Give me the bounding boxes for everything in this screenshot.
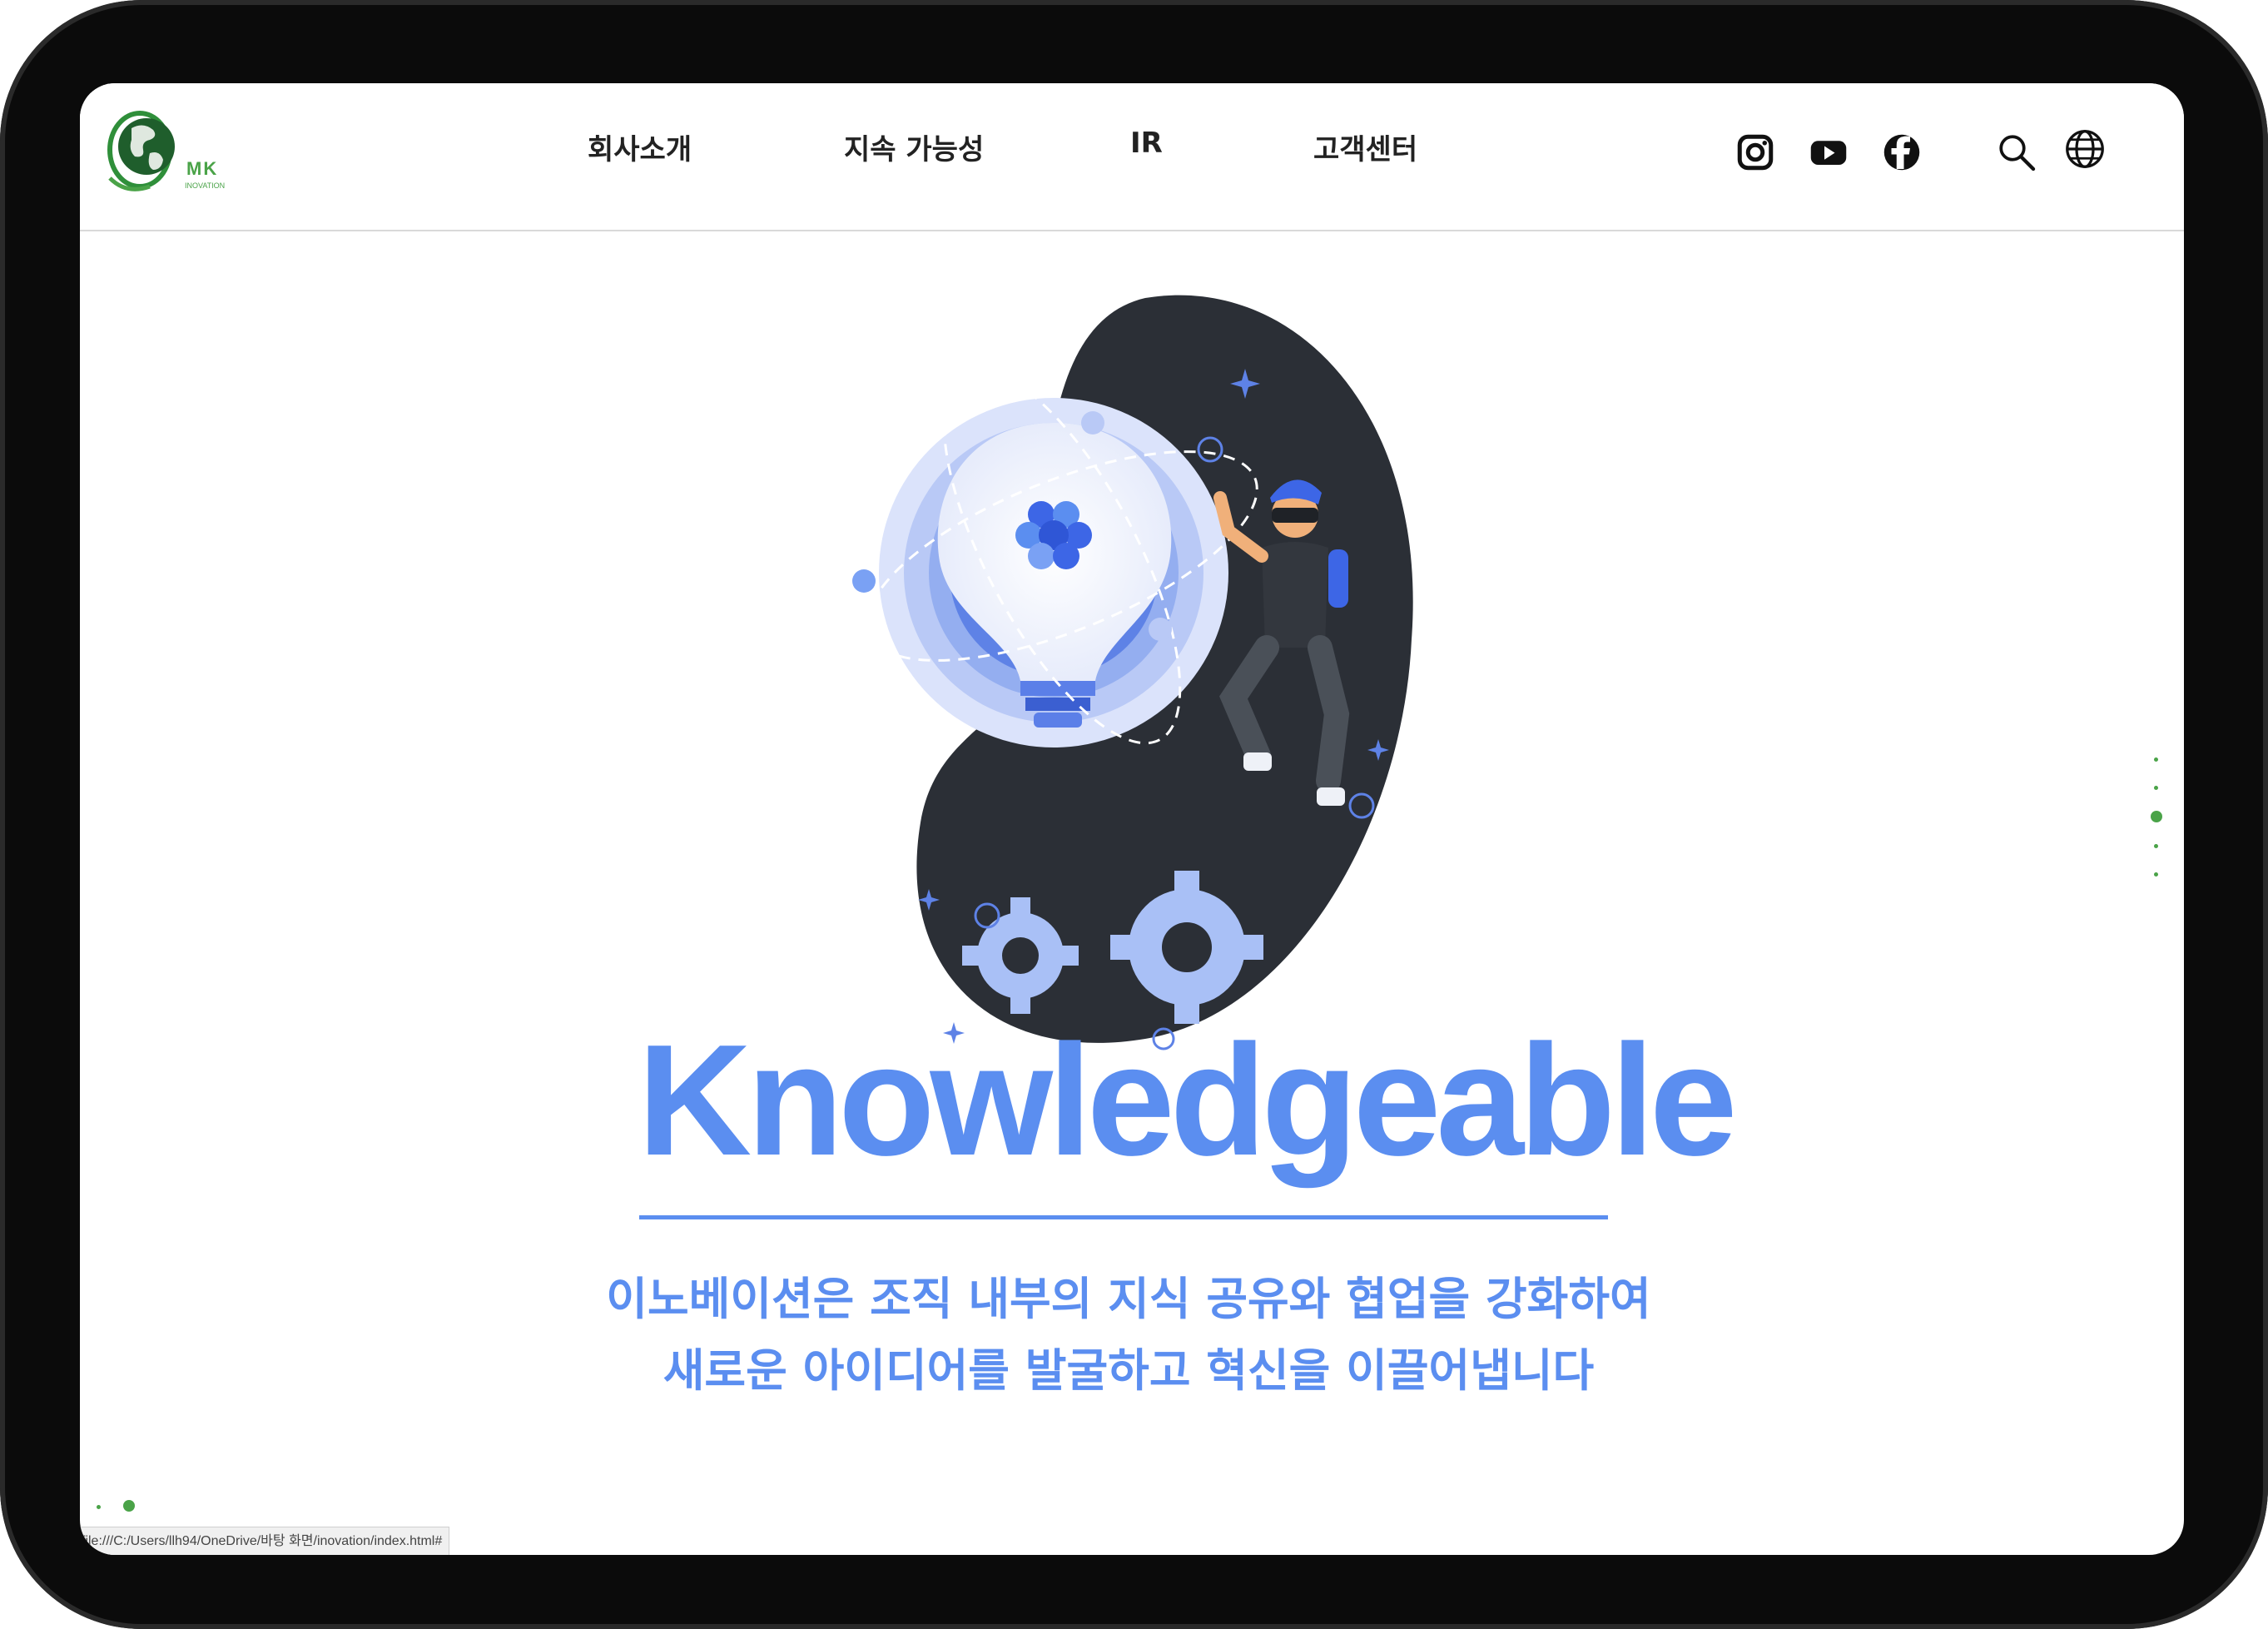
pagination-dot-active[interactable] [2151, 811, 2162, 822]
slide-dot-active[interactable] [123, 1500, 135, 1512]
nav-item-customer-center[interactable]: 고객센터 [1313, 127, 1417, 176]
browser-viewport: MK INOVATION 회사소개 지속 가능성 IR 고객센터 Knowled… [80, 83, 2184, 1555]
search-icon[interactable] [1996, 132, 2037, 173]
company-logo[interactable]: MK INOVATION [98, 103, 226, 196]
pagination-dot[interactable] [2154, 872, 2158, 877]
nav-item-about[interactable]: 회사소개 [588, 127, 692, 176]
globe-icon[interactable] [2064, 128, 2106, 170]
pagination-dot[interactable] [2154, 786, 2158, 790]
site-header: MK INOVATION 회사소개 지속 가능성 IR 고객센터 [80, 83, 2184, 231]
headline-underline [639, 1215, 1608, 1219]
section-pagination[interactable] [2149, 757, 2166, 882]
youtube-icon[interactable] [1808, 132, 1849, 173]
browser-status-url: file:///C:/Users/llh94/OneDrive/바탕 화면/in… [80, 1527, 450, 1555]
facebook-icon[interactable] [1881, 132, 1923, 173]
nav-item-ir[interactable]: IR [1130, 127, 1163, 176]
nav-item-sustainability[interactable]: 지속 가능성 [844, 127, 984, 176]
tablet-frame: MK INOVATION 회사소개 지속 가능성 IR 고객센터 Knowled… [0, 0, 2268, 1629]
pagination-dot[interactable] [2154, 757, 2158, 762]
pagination-dot[interactable] [2154, 844, 2158, 848]
hero-headline: Knowledgeable [638, 1012, 1738, 1189]
slide-indicator[interactable] [88, 1498, 138, 1518]
logo-wordmark: MK [186, 158, 219, 179]
slide-dot[interactable] [97, 1505, 101, 1509]
hero-illustration [829, 290, 1511, 1080]
hero-description-line-2: 새로운 아이디어를 발굴하고 혁신을 이끌어냅니다 [663, 1344, 1595, 1397]
instagram-icon[interactable] [1734, 132, 1776, 173]
hero-description-line-1: 이노베이션은 조직 내부의 지식 공유와 협업을 강화하여 [606, 1273, 1651, 1325]
logo-subtext: INOVATION [185, 181, 226, 190]
hero-description: 이노베이션은 조직 내부의 지식 공유와 협업을 강화하여 새로운 아이디어를 … [546, 1264, 1711, 1407]
